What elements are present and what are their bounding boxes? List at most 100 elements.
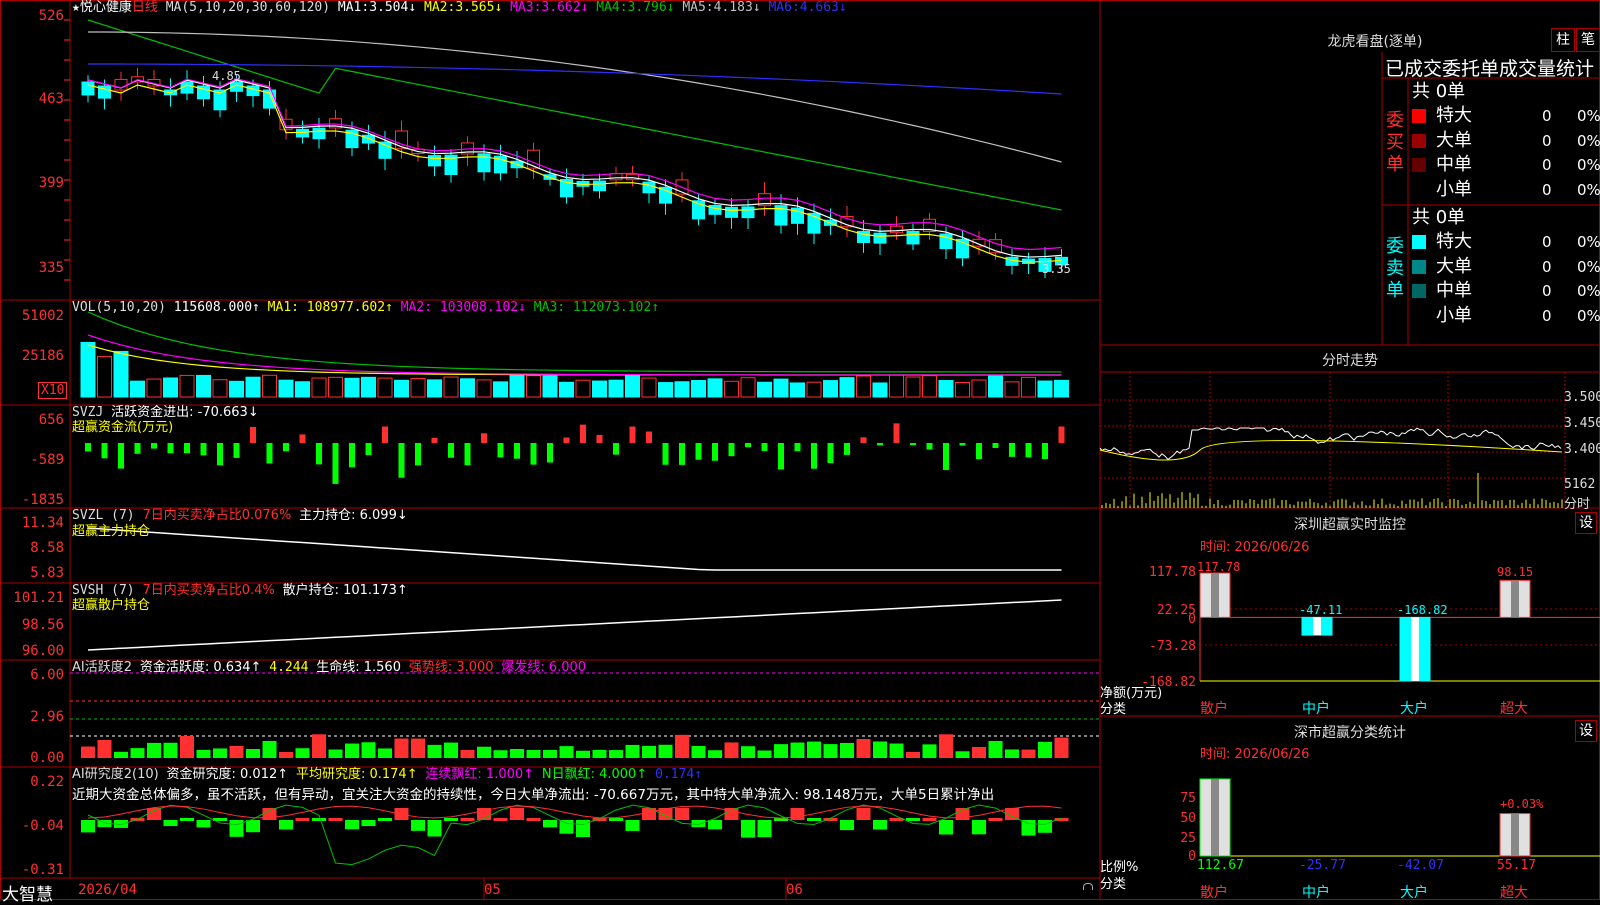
sz-monitor-xunit: 分类 (1100, 702, 1127, 717)
fund-flow-bar (398, 443, 405, 478)
svsh-ytick: 101.21 (13, 590, 64, 606)
fund-flow-bar (415, 443, 421, 466)
fund-flow-bar (1025, 443, 1032, 458)
fund-flow-bar (745, 443, 751, 448)
vol-unit-badge[interactable]: X10 (38, 382, 68, 399)
volume-bar (344, 377, 360, 398)
sell-row: 中单 0 0% (1412, 279, 1600, 303)
sz-monitor-value-label: -47.11 (1299, 603, 1343, 617)
svzl-ratio: 7日内买卖净占比0.076% (142, 508, 292, 523)
ai-research-bar (807, 818, 821, 821)
sz-classify-title: 深市超赢分类统计 (1294, 725, 1406, 741)
svzl-ytick: 11.34 (21, 515, 64, 531)
volume-bar (509, 375, 525, 398)
favorite-star-icon[interactable]: ★ (72, 0, 80, 15)
ai-research-bar (279, 820, 293, 830)
ai-active-header: AI活跃度2 资金活跃度: 0.634↑ 4.244 生命线: 1.560 强势… (72, 660, 586, 676)
svzl-header: SVZL (7) 7日内买卖净占比0.076% 主力持仓: 6.099↓ (72, 508, 408, 524)
ai-active-bar (526, 750, 541, 758)
sell-name: 大单 (1436, 255, 1472, 277)
ai-research-bar (81, 820, 95, 833)
buy-row: 特大 0 0% (1412, 104, 1600, 128)
fund-flow-bar (514, 443, 520, 459)
ai-active-bar (444, 742, 458, 758)
sz-classify-ytick: 25 (1180, 831, 1196, 846)
ai-active-ytick: 2.96 (30, 709, 64, 725)
fund-flow-bar (266, 443, 273, 464)
ai-research-bar (1021, 820, 1036, 836)
volume-bar (146, 378, 162, 398)
sz-classify-bar-highlight (1511, 813, 1519, 856)
ai-active-bar (988, 740, 1003, 758)
ai-research-bar (840, 820, 854, 831)
sz-classify-category: 中户 (1302, 885, 1330, 901)
fund-flow-bar (134, 443, 141, 454)
sell-count: 0 (1542, 257, 1552, 276)
buy-percent: 0% (1577, 107, 1600, 125)
ai-active-bar (213, 748, 227, 758)
ai-active-bar (592, 749, 607, 758)
sz-monitor-time: 时间: 2026/06/26 (1200, 540, 1310, 555)
volume-bar (1021, 376, 1036, 398)
sell-color-swatch (1412, 259, 1426, 274)
ai-active-bar (279, 751, 293, 758)
candle (312, 127, 326, 140)
bar-mode-button[interactable]: 柱 (1551, 28, 1575, 52)
volume-bar (493, 381, 508, 398)
sz-monitor-bar-highlight (1411, 617, 1419, 681)
sz-monitor-settings-button[interactable]: 设 (1575, 512, 1597, 534)
buy-name: 特大 (1436, 105, 1472, 126)
period-label[interactable]: 日线 (132, 0, 158, 15)
volume-bar (971, 379, 987, 398)
buy-name: 小单 (1436, 178, 1472, 200)
volume-bar (740, 377, 756, 398)
volume-bar (542, 375, 558, 398)
volume-bar (328, 376, 343, 398)
ai-active-bar (180, 735, 194, 758)
vol-ma2: MA2: 103008.102↓ (400, 300, 526, 315)
ai-active-bar (97, 740, 112, 758)
svzj-title: 活跃资金进出: -70.663↓ (111, 405, 259, 420)
sell-name: 中单 (1436, 280, 1472, 301)
ai-research-bar (526, 818, 541, 821)
main-holding-line (87, 527, 1062, 571)
volume-bar (1004, 381, 1020, 398)
volume-bar (641, 377, 657, 398)
lock-icon[interactable] (1083, 883, 1093, 890)
candle (81, 81, 95, 96)
ai-research-bar (345, 820, 359, 830)
svsh-subtitle: 超赢散户持仓 (72, 598, 151, 613)
buy-row: 中单 0 0% (1412, 153, 1600, 177)
ai-active-bar (460, 749, 475, 758)
app-logo[interactable]: 大智慧 (2, 880, 53, 905)
tick-mode-button[interactable]: 笔 (1576, 28, 1600, 52)
ai-research-header: AI研究度2(10) 资金研究度: 0.012↑ 平均研究度: 0.174↑ 连… (72, 767, 702, 783)
volume-bar (658, 382, 673, 398)
fund-flow-bar (695, 443, 702, 460)
ai-research-bar (411, 820, 425, 831)
main-chart-canvas[interactable] (0, 0, 1600, 900)
ai-research-bar (543, 820, 557, 828)
volume-bar (707, 378, 723, 398)
sz-classify-settings-button[interactable]: 设 (1575, 720, 1597, 742)
candle (741, 206, 755, 219)
buy-color-swatch (1412, 158, 1426, 172)
ai-active-bar (642, 745, 656, 758)
ai-active-bar (856, 739, 871, 758)
ai-active-bar (477, 746, 491, 758)
ai-research-bar (609, 818, 623, 821)
sz-classify-value-label: 55.17 (1497, 858, 1537, 873)
sz-monitor-category: 散户 (1200, 701, 1228, 717)
vol-ma3-line (87, 311, 1062, 373)
volume-bar (476, 379, 492, 398)
fund-flow-bar (365, 443, 372, 456)
ai-research-v4: N日飘红: 4.000↑ (541, 767, 648, 782)
fund-flow-bar (481, 433, 487, 443)
ai-research-bar (361, 820, 376, 827)
ai-active-bar (691, 745, 706, 758)
svsh-holding: 散户持仓: 101.173↑ (282, 583, 408, 598)
volume-bar (460, 378, 475, 398)
sz-classify-bar-highlight (1211, 779, 1219, 856)
volume-bar (526, 375, 541, 398)
sz-monitor-category: 中户 (1302, 701, 1330, 717)
